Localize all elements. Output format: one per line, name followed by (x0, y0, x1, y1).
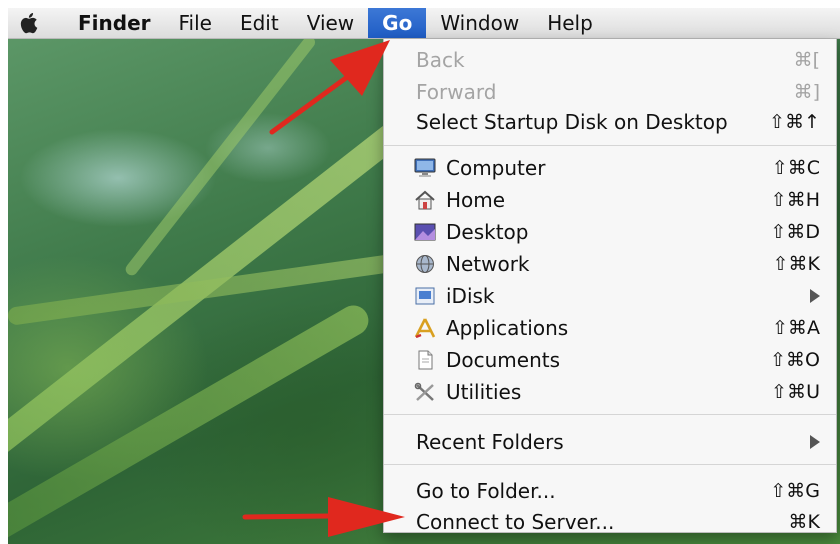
menu-item-label: Utilities (446, 380, 522, 404)
menu-item-shortcut: ⌘] (793, 81, 820, 103)
menu-item-label: Recent Folders (416, 430, 564, 454)
menu-separator (384, 464, 836, 465)
menu-item-shortcut: ⌘K (788, 511, 820, 533)
menu-item-go-to-folder[interactable]: Go to Folder... ⇧⌘G (384, 475, 836, 507)
menu-item-shortcut: ⇧⌘H (770, 189, 820, 211)
menu-item-shortcut: ⇧⌘K (772, 253, 820, 275)
menu-finder[interactable]: Finder (52, 8, 165, 38)
menu-item-desktop[interactable]: Desktop ⇧⌘D (384, 216, 836, 248)
menu-item-label: Go to Folder... (416, 479, 556, 503)
menu-item-computer[interactable]: Computer ⇧⌘C (384, 152, 836, 184)
menu-item-recent-folders[interactable]: Recent Folders (384, 426, 836, 458)
desktop-icon (414, 223, 436, 241)
menu-edit[interactable]: Edit (226, 8, 293, 38)
menu-item-shortcut: ⇧⌘O (770, 349, 820, 371)
menu-item-home[interactable]: Home ⇧⌘H (384, 184, 836, 216)
menu-item-label: Network (446, 252, 530, 276)
menu-item-applications[interactable]: Applications ⇧⌘A (384, 312, 836, 344)
menu-item-shortcut: ⇧⌘U (771, 381, 820, 403)
menu-file[interactable]: File (165, 8, 226, 38)
menu-item-label: Documents (446, 348, 561, 372)
computer-icon (414, 158, 436, 177)
menu-help[interactable]: Help (533, 8, 607, 38)
menu-item-label: Back (416, 48, 465, 72)
utilities-icon (414, 382, 434, 401)
menu-item-back[interactable]: Back ⌘[ (384, 44, 836, 76)
menu-item-label: Forward (416, 80, 497, 104)
documents-icon (418, 350, 433, 370)
menu-item-shortcut: ⇧⌘↑ (769, 111, 820, 133)
menu-item-label: Applications (446, 316, 569, 340)
applications-icon (414, 318, 436, 338)
menu-item-documents[interactable]: Documents ⇧⌘O (384, 344, 836, 376)
menu-item-forward[interactable]: Forward ⌘] (384, 76, 836, 108)
menu-item-idisk[interactable]: iDisk (384, 280, 836, 312)
menu-go[interactable]: Go (368, 8, 427, 38)
network-icon (416, 255, 434, 273)
menu-item-shortcut: ⇧⌘C (771, 157, 820, 179)
menu-item-label: Connect to Server... (416, 510, 615, 534)
menu-item-utilities[interactable]: Utilities ⇧⌘U (384, 376, 836, 408)
menu-window[interactable]: Window (426, 8, 533, 38)
idisk-icon (415, 287, 435, 305)
menu-item-label: Select Startup Disk on Desktop (416, 110, 728, 134)
home-icon (415, 190, 435, 210)
menu-bar: Finder File Edit View Go Window Help (8, 8, 840, 39)
grass-blade (123, 33, 318, 278)
apple-logo-icon[interactable] (8, 12, 52, 34)
menu-item-shortcut: ⇧⌘D (770, 221, 820, 243)
go-menu-dropdown: Back ⌘[ Forward ⌘] Select Startup Disk o… (383, 39, 837, 534)
menu-separator (384, 145, 836, 146)
submenu-arrow-icon (810, 289, 820, 303)
menu-item-shortcut: ⇧⌘G (770, 480, 820, 502)
submenu-arrow-icon (810, 435, 820, 449)
menu-item-label: Desktop (446, 220, 529, 244)
menu-item-select-startup-disk[interactable]: Select Startup Disk on Desktop ⇧⌘↑ (384, 106, 836, 138)
top-margin (0, 0, 840, 8)
menu-view[interactable]: View (293, 8, 368, 38)
menu-item-shortcut: ⇧⌘A (772, 317, 820, 339)
menu-item-label: iDisk (446, 284, 495, 308)
menu-item-connect-to-server[interactable]: Connect to Server... ⌘K (384, 506, 836, 538)
menu-separator (384, 414, 836, 415)
menu-item-label: Home (446, 188, 506, 212)
menu-item-shortcut: ⌘[ (793, 49, 820, 71)
menu-item-network[interactable]: Network ⇧⌘K (384, 248, 836, 280)
menu-item-label: Computer (446, 156, 546, 180)
grass-blade (8, 300, 374, 544)
